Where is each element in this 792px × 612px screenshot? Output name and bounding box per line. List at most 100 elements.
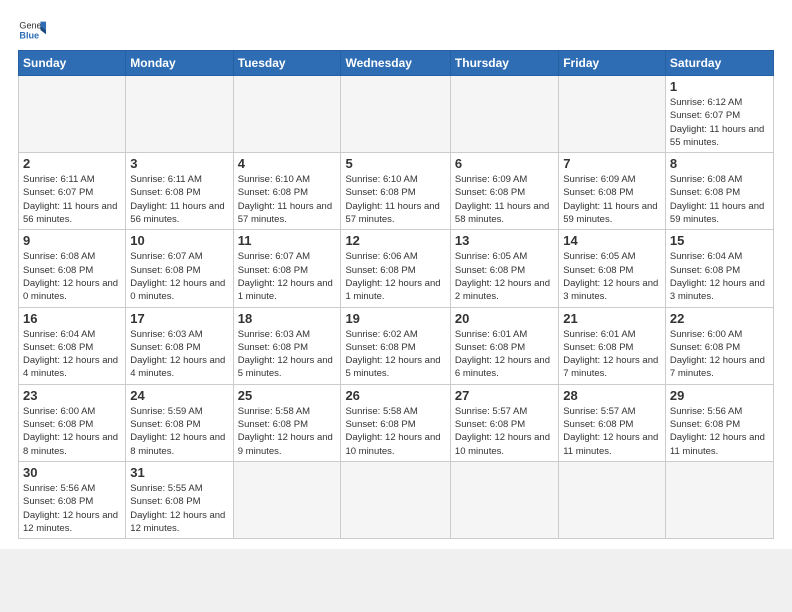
day-number: 8	[670, 156, 769, 171]
day-number: 9	[23, 233, 121, 248]
day-info: Sunrise: 5:57 AM Sunset: 6:08 PM Dayligh…	[563, 405, 661, 458]
calendar-cell: 24 Sunrise: 5:59 AM Sunset: 6:08 PM Dayli…	[126, 384, 233, 461]
day-number: 28	[563, 388, 661, 403]
day-info: Sunrise: 6:06 AM Sunset: 6:08 PM Dayligh…	[345, 250, 445, 303]
day-info: Sunrise: 5:56 AM Sunset: 6:08 PM Dayligh…	[670, 405, 769, 458]
calendar-cell: 5Sunrise: 6:10 AM Sunset: 6:08 PM Daylig…	[341, 153, 450, 230]
day-number: 13	[455, 233, 554, 248]
calendar-cell	[126, 76, 233, 153]
calendar-cell: 1 Sunrise: 6:12 AM Sunset: 6:07 PM Daylig…	[665, 76, 773, 153]
day-number: 11	[238, 233, 337, 248]
page-header: General Blue	[18, 16, 774, 44]
calendar-cell: 16Sunrise: 6:04 AM Sunset: 6:08 PM Dayli…	[19, 307, 126, 384]
calendar-cell: 20 Sunrise: 6:01 AM Sunset: 6:08 PM Dayli…	[450, 307, 558, 384]
calendar-cell: 9 Sunrise: 6:08 AM Sunset: 6:08 PM Daylig…	[19, 230, 126, 307]
day-info: Sunrise: 6:01 AM Sunset: 6:08 PM Dayligh…	[563, 328, 661, 381]
calendar-cell: 4 Sunrise: 6:10 AM Sunset: 6:08 PM Daylig…	[233, 153, 341, 230]
calendar-week-6: 30Sunrise: 5:56 AM Sunset: 6:08 PM Dayli…	[19, 461, 774, 538]
logo: General Blue	[18, 16, 46, 44]
day-number: 26	[345, 388, 445, 403]
calendar-cell: 28 Sunrise: 5:57 AM Sunset: 6:08 PM Dayli…	[559, 384, 666, 461]
calendar-cell: 8Sunrise: 6:08 AM Sunset: 6:08 PM Daylig…	[665, 153, 773, 230]
calendar-cell: 17Sunrise: 6:03 AM Sunset: 6:08 PM Dayli…	[126, 307, 233, 384]
calendar-cell	[233, 76, 341, 153]
calendar-cell: 21Sunrise: 6:01 AM Sunset: 6:08 PM Dayli…	[559, 307, 666, 384]
day-number: 27	[455, 388, 554, 403]
day-number: 29	[670, 388, 769, 403]
day-info: Sunrise: 6:04 AM Sunset: 6:08 PM Dayligh…	[670, 250, 769, 303]
day-number: 31	[130, 465, 228, 480]
calendar-cell	[19, 76, 126, 153]
calendar-table: SundayMondayTuesdayWednesdayThursdayFrid…	[18, 50, 774, 539]
day-info: Sunrise: 5:55 AM Sunset: 6:08 PM Dayligh…	[130, 482, 228, 535]
calendar-cell: 15 Sunrise: 6:04 AM Sunset: 6:08 PM Dayli…	[665, 230, 773, 307]
calendar-week-3: 9 Sunrise: 6:08 AM Sunset: 6:08 PM Daylig…	[19, 230, 774, 307]
day-number: 1	[670, 79, 769, 94]
weekday-saturday: Saturday	[665, 51, 773, 76]
calendar-cell: 2 Sunrise: 6:11 AM Sunset: 6:07 PM Daylig…	[19, 153, 126, 230]
day-number: 15	[670, 233, 769, 248]
day-info: Sunrise: 6:10 AM Sunset: 6:08 PM Dayligh…	[238, 173, 337, 226]
calendar-cell: 14 Sunrise: 6:05 AM Sunset: 6:08 PM Dayli…	[559, 230, 666, 307]
calendar-cell	[559, 461, 666, 538]
day-info: Sunrise: 5:56 AM Sunset: 6:08 PM Dayligh…	[23, 482, 121, 535]
day-info: Sunrise: 6:11 AM Sunset: 6:08 PM Dayligh…	[130, 173, 228, 226]
weekday-tuesday: Tuesday	[233, 51, 341, 76]
calendar-cell	[450, 76, 558, 153]
day-info: Sunrise: 6:00 AM Sunset: 6:08 PM Dayligh…	[23, 405, 121, 458]
day-info: Sunrise: 5:59 AM Sunset: 6:08 PM Dayligh…	[130, 405, 228, 458]
weekday-header-row: SundayMondayTuesdayWednesdayThursdayFrid…	[19, 51, 774, 76]
day-info: Sunrise: 6:07 AM Sunset: 6:08 PM Dayligh…	[238, 250, 337, 303]
day-number: 14	[563, 233, 661, 248]
weekday-thursday: Thursday	[450, 51, 558, 76]
weekday-friday: Friday	[559, 51, 666, 76]
day-info: Sunrise: 5:58 AM Sunset: 6:08 PM Dayligh…	[238, 405, 337, 458]
day-info: Sunrise: 6:05 AM Sunset: 6:08 PM Dayligh…	[563, 250, 661, 303]
day-info: Sunrise: 6:05 AM Sunset: 6:08 PM Dayligh…	[455, 250, 554, 303]
calendar-cell	[559, 76, 666, 153]
calendar-week-4: 16Sunrise: 6:04 AM Sunset: 6:08 PM Dayli…	[19, 307, 774, 384]
day-number: 17	[130, 311, 228, 326]
calendar-cell: 11 Sunrise: 6:07 AM Sunset: 6:08 PM Dayli…	[233, 230, 341, 307]
svg-text:Blue: Blue	[19, 30, 39, 40]
day-info: Sunrise: 6:12 AM Sunset: 6:07 PM Dayligh…	[670, 96, 769, 149]
day-number: 25	[238, 388, 337, 403]
day-info: Sunrise: 6:01 AM Sunset: 6:08 PM Dayligh…	[455, 328, 554, 381]
day-number: 16	[23, 311, 121, 326]
calendar-cell: 26 Sunrise: 5:58 AM Sunset: 6:08 PM Dayli…	[341, 384, 450, 461]
day-number: 18	[238, 311, 337, 326]
calendar-cell	[341, 76, 450, 153]
calendar-cell: 27Sunrise: 5:57 AM Sunset: 6:08 PM Dayli…	[450, 384, 558, 461]
day-number: 10	[130, 233, 228, 248]
day-info: Sunrise: 6:11 AM Sunset: 6:07 PM Dayligh…	[23, 173, 121, 226]
day-number: 23	[23, 388, 121, 403]
day-number: 20	[455, 311, 554, 326]
day-info: Sunrise: 6:09 AM Sunset: 6:08 PM Dayligh…	[563, 173, 661, 226]
day-number: 7	[563, 156, 661, 171]
calendar-cell: 13 Sunrise: 6:05 AM Sunset: 6:08 PM Dayli…	[450, 230, 558, 307]
day-number: 24	[130, 388, 228, 403]
calendar-cell: 29 Sunrise: 5:56 AM Sunset: 6:08 PM Dayli…	[665, 384, 773, 461]
calendar-cell: 22Sunrise: 6:00 AM Sunset: 6:08 PM Dayli…	[665, 307, 773, 384]
day-info: Sunrise: 6:08 AM Sunset: 6:08 PM Dayligh…	[23, 250, 121, 303]
calendar-cell: 7 Sunrise: 6:09 AM Sunset: 6:08 PM Daylig…	[559, 153, 666, 230]
calendar-cell: 30Sunrise: 5:56 AM Sunset: 6:08 PM Dayli…	[19, 461, 126, 538]
calendar-cell: 10Sunrise: 6:07 AM Sunset: 6:08 PM Dayli…	[126, 230, 233, 307]
calendar-cell: 6Sunrise: 6:09 AM Sunset: 6:08 PM Daylig…	[450, 153, 558, 230]
calendar-cell: 31 Sunrise: 5:55 AM Sunset: 6:08 PM Dayli…	[126, 461, 233, 538]
calendar-cell	[450, 461, 558, 538]
day-info: Sunrise: 6:03 AM Sunset: 6:08 PM Dayligh…	[238, 328, 337, 381]
day-number: 4	[238, 156, 337, 171]
weekday-monday: Monday	[126, 51, 233, 76]
calendar-cell: 12Sunrise: 6:06 AM Sunset: 6:08 PM Dayli…	[341, 230, 450, 307]
day-number: 6	[455, 156, 554, 171]
day-info: Sunrise: 5:58 AM Sunset: 6:08 PM Dayligh…	[345, 405, 445, 458]
calendar-cell	[341, 461, 450, 538]
day-info: Sunrise: 6:10 AM Sunset: 6:08 PM Dayligh…	[345, 173, 445, 226]
day-number: 19	[345, 311, 445, 326]
calendar-week-2: 2 Sunrise: 6:11 AM Sunset: 6:07 PM Daylig…	[19, 153, 774, 230]
day-number: 2	[23, 156, 121, 171]
weekday-sunday: Sunday	[19, 51, 126, 76]
calendar-cell: 19Sunrise: 6:02 AM Sunset: 6:08 PM Dayli…	[341, 307, 450, 384]
logo-icon: General Blue	[18, 16, 46, 44]
